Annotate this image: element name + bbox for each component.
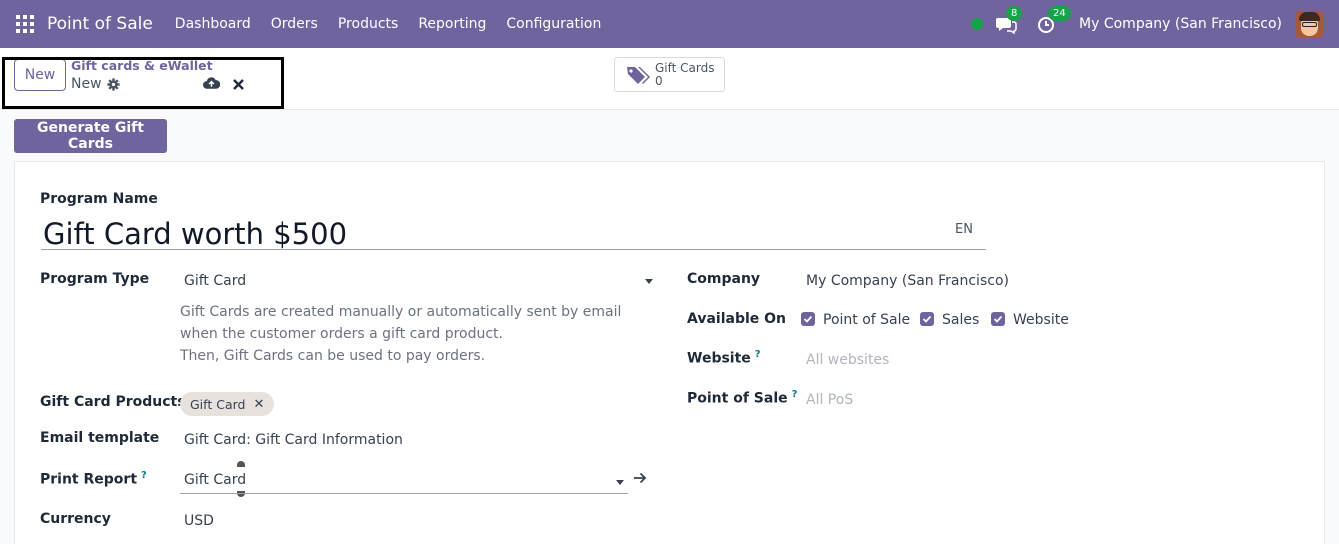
print-report-caret-icon[interactable] <box>616 480 624 485</box>
smart-button-label: Gift Cards <box>655 60 715 75</box>
highlight-frame <box>2 57 284 109</box>
website-label-text: Website <box>687 350 751 367</box>
program-type-caret-icon[interactable] <box>645 279 653 284</box>
gift-card-products-label: Gift Card Products <box>40 394 186 410</box>
top-navbar: Point of Sale Dashboard Orders Products … <box>0 0 1339 48</box>
checkbox-sales[interactable] <box>920 312 934 326</box>
available-on-label: Available On <box>687 311 787 327</box>
form-sheet: Program Name Gift Card worth $500 EN Pro… <box>14 161 1325 544</box>
program-type-label: Program Type <box>40 271 150 287</box>
messages-badge: 8 <box>1006 6 1023 21</box>
checkbox-website[interactable] <box>991 312 1005 326</box>
website-label: Website? <box>687 349 761 367</box>
print-report-underline <box>180 493 628 494</box>
activities-clock-icon[interactable]: 24 <box>1037 6 1071 34</box>
print-report-label: Print Report? <box>40 470 147 488</box>
program-type-desc-line2: Then, Gift Cards can be used to pay orde… <box>180 348 486 364</box>
program-name-underline <box>41 249 986 250</box>
currency-value: USD <box>184 513 214 529</box>
print-report-label-text: Print Report <box>40 471 138 488</box>
website-help-icon[interactable]: ? <box>755 349 761 360</box>
menu-orders[interactable]: Orders <box>271 16 318 32</box>
systray: 8 24 My Company (San Francisco) <box>971 0 1339 48</box>
program-type-description: Gift Cards are created manually or autom… <box>180 301 660 367</box>
presence-status-icon <box>971 18 984 30</box>
pos-input[interactable]: All PoS <box>806 392 853 408</box>
checkbox-point-of-sale[interactable] <box>801 312 815 326</box>
available-on-sales-label[interactable]: Sales <box>942 312 979 328</box>
menu-reporting[interactable]: Reporting <box>418 16 486 32</box>
remove-tag-icon[interactable]: ✕ <box>253 397 264 412</box>
print-report-help-icon[interactable]: ? <box>141 470 147 481</box>
program-type-desc-line1: Gift Cards are created manually or autom… <box>180 304 622 342</box>
menu-products[interactable]: Products <box>338 16 398 32</box>
program-name-input[interactable]: Gift Card worth $500 <box>43 217 347 251</box>
currency-label: Currency <box>40 511 111 527</box>
email-template-field[interactable]: Gift Card: Gift Card Information <box>184 432 403 448</box>
pos-label-text: Point of Sale <box>687 390 788 407</box>
pos-help-icon[interactable]: ? <box>792 389 798 400</box>
text-cursor-bottom-icon <box>237 491 245 497</box>
activities-badge: 24 <box>1048 6 1071 21</box>
email-template-label: Email template <box>40 430 160 446</box>
available-on-website-label[interactable]: Website <box>1013 312 1069 328</box>
program-name-label: Program Name <box>40 191 158 207</box>
company-switcher[interactable]: My Company (San Francisco) <box>1079 16 1282 32</box>
print-report-input[interactable]: Gift Card <box>184 472 246 488</box>
apps-menu-icon[interactable] <box>16 15 34 33</box>
messages-icon[interactable]: 8 <box>995 6 1023 35</box>
menu-dashboard[interactable]: Dashboard <box>175 16 251 32</box>
company-label: Company <box>687 271 761 287</box>
tags-icon <box>627 66 650 84</box>
internal-link-arrow-icon[interactable] <box>633 472 647 484</box>
program-type-select[interactable]: Gift Card <box>184 273 246 289</box>
smart-button-count: 0 <box>655 73 663 88</box>
gift-card-product-tag[interactable]: Gift Card ✕ <box>180 392 275 416</box>
website-input[interactable]: All websites <box>806 352 889 368</box>
gift-cards-smart-button[interactable]: Gift Cards 0 <box>614 57 725 92</box>
menu-configuration[interactable]: Configuration <box>506 16 601 32</box>
company-field[interactable]: My Company (San Francisco) <box>806 273 1009 289</box>
user-avatar[interactable] <box>1296 10 1323 38</box>
text-cursor-top-icon <box>237 461 245 467</box>
app-name[interactable]: Point of Sale <box>47 14 153 34</box>
generate-gift-cards-button[interactable]: Generate Gift Cards <box>14 119 167 153</box>
language-button[interactable]: EN <box>955 222 973 237</box>
gift-card-product-tag-label: Gift Card <box>190 396 246 412</box>
available-on-pos-label[interactable]: Point of Sale <box>823 312 910 328</box>
pos-label: Point of Sale? <box>687 389 797 407</box>
control-panel: New Gift cards & eWallet New Gift Cards … <box>0 48 1339 110</box>
